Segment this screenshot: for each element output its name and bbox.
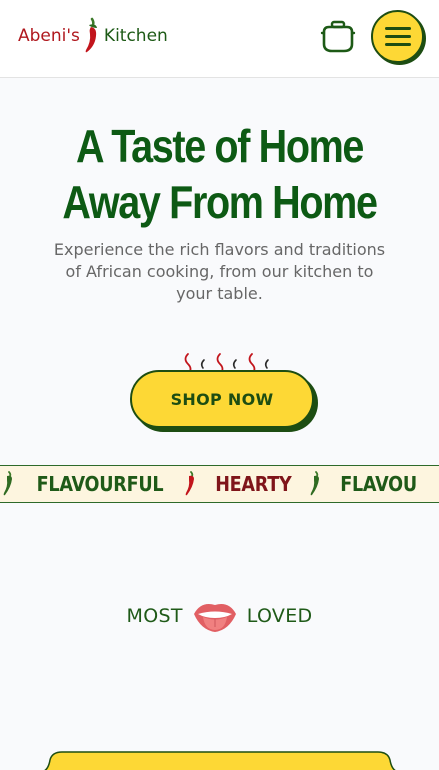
shop-now-label: SHOP NOW bbox=[170, 389, 274, 409]
product-card-top bbox=[44, 751, 396, 770]
site-header: Abeni's Kitchen bbox=[0, 0, 439, 78]
hamburger-menu-icon bbox=[384, 27, 411, 30]
hero-title-line-2: Away From Home bbox=[62, 176, 378, 228]
hero-subtitle: Experience the rich flavors and traditio… bbox=[53, 240, 386, 303]
most-loved-heading: MOST LOVED bbox=[0, 596, 439, 636]
lips-tongue-icon bbox=[193, 604, 236, 632]
loved-label: LOVED bbox=[246, 605, 313, 627]
logo-name: Abeni's bbox=[18, 26, 80, 46]
cooking-pot-icon bbox=[320, 20, 356, 53]
chili-pepper-icon bbox=[185, 471, 195, 496]
brand-logo[interactable]: Abeni's Kitchen bbox=[18, 16, 168, 56]
menu-button[interactable] bbox=[371, 10, 424, 63]
cart-button[interactable] bbox=[320, 20, 356, 54]
chili-pepper-icon bbox=[310, 471, 319, 496]
shop-now-button[interactable]: SHOP NOW bbox=[130, 370, 314, 428]
logo-suffix: Kitchen bbox=[103, 26, 168, 46]
ticker-item: HEARTY bbox=[215, 472, 292, 496]
ticker-track: Y FLAVOURFUL HEARTY FLAVOU bbox=[0, 466, 422, 502]
hero-title: A Taste of Home Away From Home bbox=[31, 118, 409, 230]
ticker-item: FLAVOURFUL bbox=[36, 472, 164, 496]
most-label: MOST bbox=[126, 605, 183, 627]
chili-pepper-icon bbox=[3, 471, 13, 496]
marquee-ticker: Y FLAVOURFUL HEARTY FLAVOU bbox=[0, 465, 439, 503]
chili-pepper-icon bbox=[85, 17, 97, 53]
ticker-item: FLAVOU bbox=[340, 472, 417, 496]
hero-title-line-1: A Taste of Home bbox=[75, 120, 364, 172]
